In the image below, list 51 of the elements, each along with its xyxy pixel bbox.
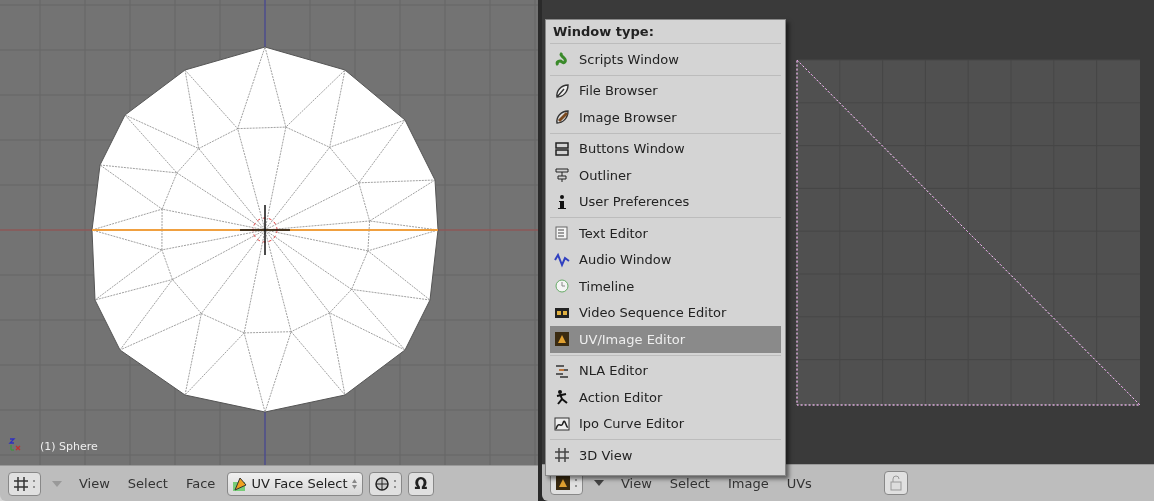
menu-item[interactable]: Audio Window: [550, 246, 781, 273]
document-icon: [554, 225, 570, 242]
clock-icon: [554, 278, 570, 295]
menu-item[interactable]: Scripts Window: [550, 46, 781, 73]
draw-type-button[interactable]: [368, 471, 402, 496]
grid-icon: [13, 475, 29, 492]
grid-icon: [554, 447, 570, 464]
curve-icon: [554, 415, 570, 432]
object-label: (1) Sphere: [40, 440, 98, 453]
spinner-icon: [574, 478, 578, 489]
menu-item[interactable]: Face: [185, 476, 216, 491]
menu-item[interactable]: Timeline: [550, 273, 781, 300]
menu-item[interactable]: User Preferences: [550, 188, 781, 215]
bars-icon: [554, 362, 570, 379]
menu-item[interactable]: 3D View: [550, 442, 781, 469]
menu-item[interactable]: View: [621, 475, 652, 491]
menu-item[interactable]: Image Browser: [550, 104, 781, 131]
sphere-icon: [373, 475, 390, 492]
omega-button[interactable]: Ω: [407, 471, 435, 496]
menu-item[interactable]: Ipo Curve Editor: [550, 410, 781, 437]
menu-item[interactable]: NLA Editor: [550, 357, 781, 384]
menu-title: Window type:: [552, 23, 655, 41]
panels-icon: [554, 140, 570, 157]
lock-button[interactable]: [883, 471, 908, 496]
figure-icon: [554, 389, 570, 406]
menu-item[interactable]: Video Sequence Editor: [550, 299, 781, 326]
mode-dropdown[interactable]: UV Face Select: [227, 471, 363, 496]
image-icon: [555, 475, 571, 492]
leaf-icon: [554, 82, 570, 99]
brush-icon: [554, 109, 570, 126]
collapse-triangle-icon[interactable]: [593, 479, 605, 488]
menu-item[interactable]: File Browser: [550, 77, 781, 104]
mode-icon: [232, 475, 249, 492]
menu-item[interactable]: Text Editor: [550, 220, 781, 247]
spinner-icon: [350, 477, 358, 490]
menu-item[interactable]: Select: [669, 475, 710, 491]
padlock-icon: [888, 475, 903, 492]
menu-item[interactable]: Image: [727, 475, 769, 491]
tree-icon: [554, 167, 570, 184]
wave-icon: [554, 251, 570, 268]
menu-item[interactable]: Buttons Window: [550, 135, 781, 162]
menu-item[interactable]: View: [79, 476, 110, 491]
image-icon: [554, 331, 570, 348]
menu-item[interactable]: Action Editor: [550, 384, 781, 411]
axis-icon: [8, 437, 22, 451]
menu-item[interactable]: Select: [127, 476, 168, 491]
spinner-icon: [392, 478, 397, 489]
snake-icon: [554, 51, 570, 68]
menu-item[interactable]: Outliner: [550, 162, 781, 189]
menu-item[interactable]: UVs: [786, 475, 812, 491]
spinner-icon: [32, 478, 36, 489]
